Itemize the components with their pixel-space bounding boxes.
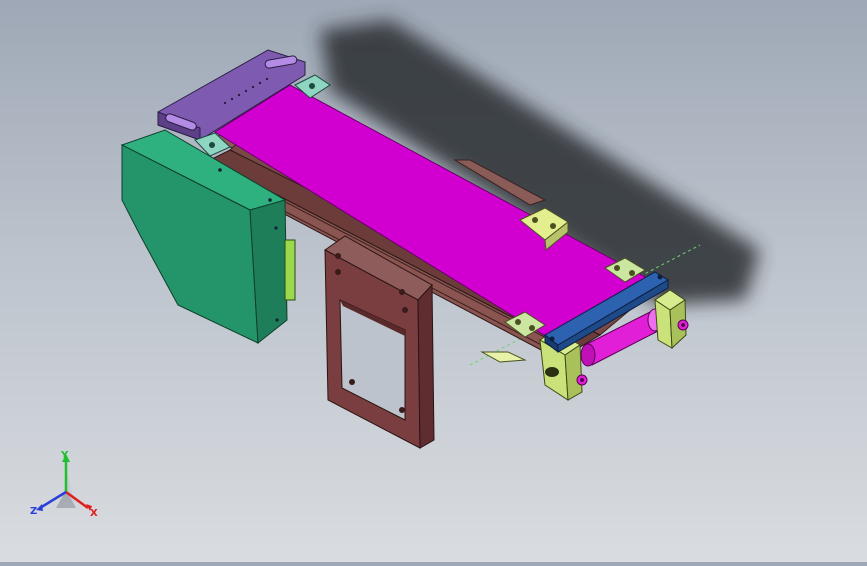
triad-y-label: Y bbox=[60, 450, 69, 461]
triad-z-label: Z bbox=[30, 506, 37, 517]
model-canvas[interactable] bbox=[0, 0, 867, 562]
triad-x-label: X bbox=[90, 508, 98, 519]
cad-viewport[interactable]: Y X Z bbox=[0, 0, 867, 562]
orientation-triad[interactable]: Y X Z bbox=[26, 450, 106, 520]
sensor-bracket[interactable] bbox=[480, 351, 527, 363]
tail-end-bracket-right[interactable] bbox=[654, 289, 689, 350]
